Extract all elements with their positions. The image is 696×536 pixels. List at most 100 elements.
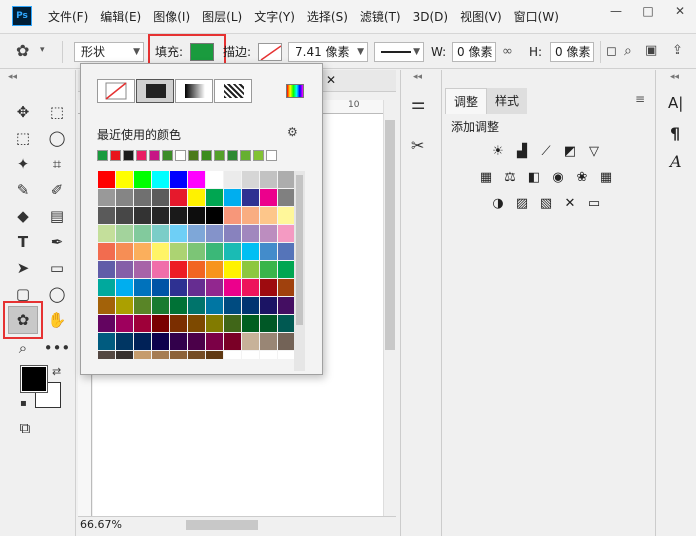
recent-color-swatch[interactable] (266, 150, 277, 161)
collapse-arrows-icon[interactable]: ◂◂ (413, 72, 422, 82)
swatch-scrollbar[interactable] (294, 171, 305, 371)
color-swatch[interactable] (116, 207, 133, 224)
menu-item[interactable]: 滤镜(T) (354, 0, 407, 34)
color-swatch[interactable] (224, 171, 241, 188)
color-swatch[interactable] (224, 207, 241, 224)
color-swatch[interactable] (206, 279, 223, 296)
color-swatch[interactable] (170, 189, 187, 206)
color-swatch[interactable] (152, 261, 169, 278)
link-icon[interactable]: ∞ (502, 44, 513, 59)
color-swatch[interactable] (278, 315, 294, 332)
color-swatch[interactable] (152, 279, 169, 296)
color-swatch[interactable] (134, 225, 151, 242)
color-swatch[interactable] (134, 279, 151, 296)
color-swatch[interactable] (98, 315, 115, 332)
color-swatch[interactable] (242, 333, 259, 350)
color-swatch[interactable] (98, 297, 115, 314)
color-swatch[interactable] (206, 261, 223, 278)
gear-icon[interactable]: ⚙ (287, 125, 298, 139)
color-swatch[interactable] (278, 189, 294, 206)
color-swatch[interactable] (188, 171, 205, 188)
recent-color-swatch[interactable] (110, 150, 121, 161)
color-swatch[interactable] (206, 333, 223, 350)
color-swatch[interactable] (134, 315, 151, 332)
levels-icon[interactable]: ▟ (513, 142, 531, 160)
horizontal-scroll-thumb[interactable] (186, 520, 258, 530)
gradient-tool-icon[interactable]: ▤ (44, 204, 70, 228)
color-swatch[interactable] (188, 243, 205, 260)
stroke-color-swatch[interactable] (258, 43, 282, 61)
color-swatch[interactable] (224, 315, 241, 332)
curves-icon[interactable]: ⟋ (537, 142, 555, 160)
color-swatch[interactable] (98, 189, 115, 206)
color-swatch[interactable] (98, 207, 115, 224)
color-swatch[interactable] (260, 351, 277, 359)
color-swatch[interactable] (134, 243, 151, 260)
hue-saturation-icon[interactable]: ▦ (477, 168, 495, 186)
tab-styles[interactable]: 样式 (487, 88, 528, 114)
color-swatch[interactable] (188, 225, 205, 242)
stroke-type-dropdown[interactable]: ▼ (374, 42, 424, 62)
vertical-scroll-thumb[interactable] (385, 120, 395, 350)
menu-item[interactable]: 3D(D) (407, 0, 454, 34)
search-icon[interactable]: ⌕ (624, 43, 632, 59)
tool-mode-dropdown[interactable]: 形状 ▼ (74, 42, 144, 62)
color-swatch[interactable] (278, 207, 294, 224)
menu-item[interactable]: 文字(Y) (248, 0, 301, 34)
color-swatch[interactable] (224, 243, 241, 260)
color-swatch[interactable] (260, 261, 277, 278)
color-swatch[interactable] (278, 261, 294, 278)
color-swatch[interactable] (188, 261, 205, 278)
color-swatch[interactable] (206, 171, 223, 188)
share-icon[interactable]: ⇪ (672, 43, 683, 58)
color-swatch[interactable] (188, 351, 205, 359)
paragraph-panel-icon[interactable]: ¶ (670, 124, 680, 143)
color-swatch[interactable] (206, 351, 223, 359)
color-swatch[interactable] (278, 351, 294, 359)
recent-color-swatch[interactable] (97, 150, 108, 161)
height-input[interactable]: 0 像素 (550, 42, 594, 62)
menu-item[interactable]: 文件(F) (42, 0, 94, 34)
color-swatch[interactable] (134, 261, 151, 278)
preset-chevron-down-icon[interactable]: ▾ (40, 45, 45, 55)
minimize-button[interactable]: — (600, 0, 632, 22)
color-swatch[interactable] (116, 297, 133, 314)
move-tool-icon[interactable]: ✥ (10, 100, 36, 124)
color-swatch[interactable] (242, 243, 259, 260)
color-swatch[interactable] (188, 297, 205, 314)
recent-color-swatch[interactable] (149, 150, 160, 161)
color-swatch[interactable] (170, 333, 187, 350)
color-swatch[interactable] (206, 189, 223, 206)
color-swatch[interactable] (224, 261, 241, 278)
color-swatch[interactable] (278, 333, 294, 350)
color-swatch[interactable] (98, 225, 115, 242)
color-swatch[interactable] (206, 225, 223, 242)
color-swatch[interactable] (116, 351, 133, 359)
swatch-scroll-thumb[interactable] (296, 175, 303, 325)
threshold-icon[interactable]: ▧ (537, 194, 555, 212)
color-swatch[interactable] (170, 315, 187, 332)
color-swatch[interactable] (224, 333, 241, 350)
color-balance-icon[interactable]: ⚖ (501, 168, 519, 186)
color-swatch[interactable] (170, 279, 187, 296)
stroke-width-field[interactable]: 7.41 像素 ▼ (288, 42, 368, 62)
color-swatch[interactable] (206, 297, 223, 314)
menu-item[interactable]: 窗口(W) (508, 0, 565, 34)
path-operations-icon[interactable]: ◻ (606, 44, 617, 59)
close-button[interactable]: ✕ (664, 0, 696, 22)
ellipse-tool-icon[interactable]: ◯ (44, 282, 70, 306)
color-swatch[interactable] (170, 225, 187, 242)
menu-item[interactable]: 选择(S) (301, 0, 354, 34)
brush-tool-icon[interactable]: ✐ (44, 178, 70, 202)
recent-color-swatch[interactable] (240, 150, 251, 161)
swap-colors-icon[interactable]: ⇄ (52, 365, 61, 378)
recent-color-swatch[interactable] (162, 150, 173, 161)
color-swatch[interactable] (152, 171, 169, 188)
menu-item[interactable]: 编辑(E) (94, 0, 147, 34)
width-input[interactable]: 0 像素 (452, 42, 496, 62)
color-swatch[interactable] (260, 279, 277, 296)
gradient-map-icon[interactable]: ▭ (585, 194, 603, 212)
color-swatch[interactable] (116, 333, 133, 350)
color-swatch[interactable] (242, 315, 259, 332)
color-swatch[interactable] (242, 351, 259, 359)
